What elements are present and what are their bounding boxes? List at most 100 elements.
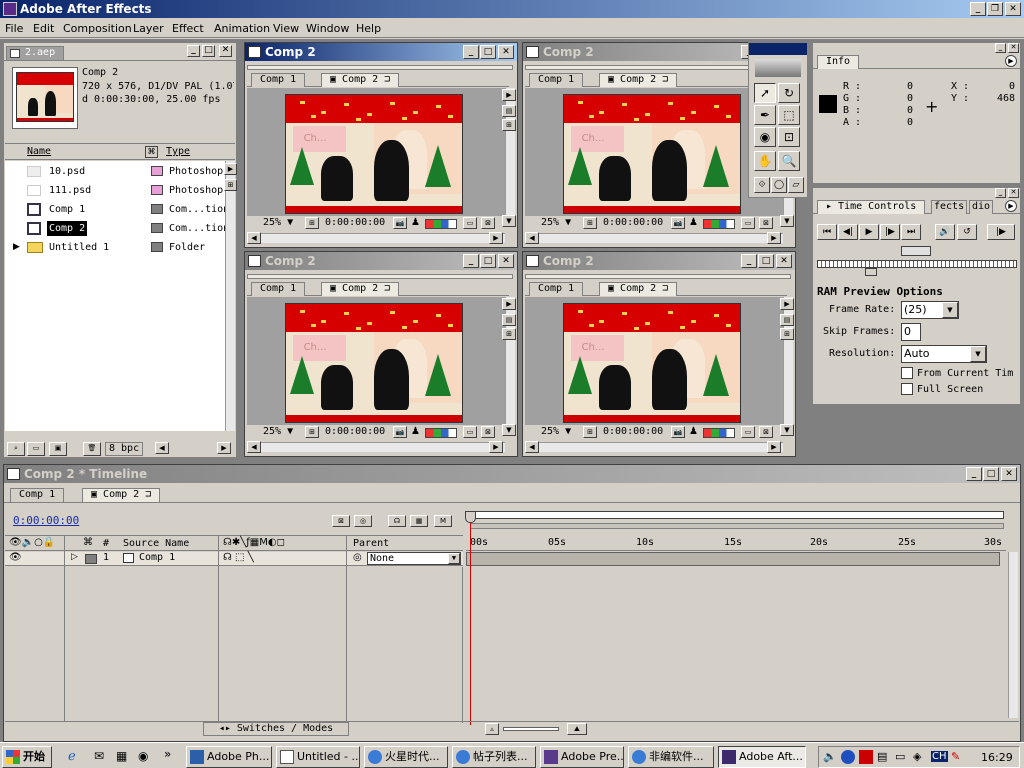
comp-minimize-button[interactable]: _	[463, 254, 479, 268]
region-of-interest-icon[interactable]: ▭	[463, 217, 477, 229]
comp-flow-icon[interactable]: ▤	[780, 314, 794, 326]
layer-duration-bar[interactable]	[466, 552, 1000, 566]
region-of-interest-icon[interactable]: ▭	[741, 217, 755, 229]
quicklaunch-ie-icon[interactable]: ℯ	[68, 749, 76, 764]
ram-preview-button[interactable]: |▶	[987, 224, 1015, 240]
comp-tree-icon[interactable]: ⊞	[780, 328, 794, 340]
tc-menu-arrow-icon[interactable]: ▶	[1005, 200, 1017, 212]
project-scrollbar[interactable]	[225, 161, 235, 431]
menu-composition[interactable]: Composition	[63, 19, 132, 38]
comp-tab-comp2[interactable]: ▣ Comp 2 ⊐	[321, 282, 400, 296]
menu-animation[interactable]: Animation	[214, 19, 270, 38]
timeline-current-time[interactable]: 0:00:00:00	[13, 514, 79, 527]
comp-hscrollbar[interactable]	[247, 442, 505, 452]
task-photoshop[interactable]: Adobe Ph...	[186, 746, 272, 768]
safe-zones-icon[interactable]: ⊞	[305, 426, 319, 438]
tab-audio[interactable]: dio	[969, 200, 994, 214]
quicklaunch-outlook-icon[interactable]: ✉	[94, 749, 104, 763]
comp-viewer[interactable]: Ch...	[525, 297, 783, 425]
comp-scroll-right-button[interactable]: ▶	[767, 232, 781, 244]
parent-select[interactable]: None ▼	[367, 552, 461, 565]
comp-tab-comp2[interactable]: ▣ Comp 2 ⊐	[321, 73, 400, 87]
info-close-button[interactable]: ✕	[1008, 43, 1019, 53]
video-eye-icon[interactable]: 👁	[9, 552, 22, 563]
show-snapshot-icon[interactable]: ♟	[689, 426, 698, 437]
comp-tab-comp1[interactable]: Comp 1	[251, 282, 306, 296]
pickwhip-icon[interactable]: ◎	[353, 552, 362, 563]
comp-scroll-down-button[interactable]: ▼	[502, 215, 516, 227]
mask-tool-icon[interactable]: ⬚	[778, 105, 800, 125]
comp-close-button[interactable]: ✕	[498, 45, 514, 59]
close-button[interactable]: ✕	[1005, 2, 1021, 16]
comp-tab-comp1[interactable]: Comp 1	[529, 73, 584, 87]
col-label-icon[interactable]: ⌘	[145, 146, 158, 158]
switches-modes-toggle[interactable]: ◂▸ Switches / Modes	[203, 722, 349, 736]
list-item[interactable]: 10.psd Photoshop	[11, 162, 223, 181]
time-navigator[interactable]	[470, 511, 1004, 519]
comp-scroll-down-button[interactable]: ▼	[780, 215, 794, 227]
rotate-tool-icon[interactable]: ↻	[778, 83, 800, 103]
region-of-interest-icon[interactable]: ▭	[463, 426, 477, 438]
project-scroll-right-button[interactable]: ▶	[224, 163, 237, 175]
scroll-right-button[interactable]: ▶	[217, 442, 231, 454]
current-time-display[interactable]: 0:00:00:00	[603, 217, 663, 228]
volume-icon[interactable]: 🔈	[823, 750, 837, 763]
menu-file[interactable]: File	[5, 19, 23, 38]
comp-maximize-button[interactable]: □	[480, 254, 496, 268]
frame-blend-icon[interactable]: ▦	[410, 515, 428, 527]
current-time-display[interactable]: 0:00:00:00	[603, 426, 663, 437]
task-notepad[interactable]: Untitled - ...	[276, 746, 360, 768]
task-premiere[interactable]: Adobe Pre...	[540, 746, 624, 768]
show-snapshot-icon[interactable]: ♟	[411, 426, 420, 437]
comp-flow-icon[interactable]: ⊠	[332, 515, 350, 527]
new-folder-icon[interactable]: ▭	[27, 442, 45, 456]
zoom-tool-icon[interactable]: 🔍	[778, 151, 800, 171]
axis-local-icon[interactable]: ⟐	[754, 177, 770, 193]
from-current-checkbox[interactable]: From Current Tim	[901, 367, 1013, 379]
scroll-left-button[interactable]: ◀	[155, 442, 169, 454]
new-comp-icon[interactable]: ▣	[49, 442, 67, 456]
tab-time-controls[interactable]: ▸ Time Controls	[817, 200, 926, 214]
quicklaunch-media-icon[interactable]: ◉	[138, 749, 148, 763]
timeline-tab-comp2[interactable]: ▣ Comp 2 ⊐	[82, 488, 161, 502]
comp-flow-icon[interactable]: ▤	[502, 314, 516, 326]
axis-world-icon[interactable]: ◯	[771, 177, 787, 193]
tab-effects[interactable]: fects	[931, 200, 968, 214]
list-item-selected[interactable]: Comp 2 Com...tion	[11, 219, 229, 238]
expand-triangle-icon[interactable]: ▶	[13, 238, 20, 257]
zoom-out-icon[interactable]: ▵	[485, 723, 499, 735]
quicklaunch-desktop-icon[interactable]: ▦	[116, 749, 127, 763]
work-area-bar[interactable]	[470, 523, 1004, 529]
tc-minimize-button[interactable]: _	[995, 188, 1006, 198]
comp-scroll-left-button[interactable]: ◀	[247, 441, 261, 453]
current-time-display[interactable]: 0:00:00:00	[325, 217, 385, 228]
find-icon[interactable]: ⌕	[7, 442, 25, 456]
region-of-interest-icon[interactable]: ▭	[741, 426, 755, 438]
show-snapshot-icon[interactable]: ♟	[689, 217, 698, 228]
list-item[interactable]: Comp 1 Com...tion	[11, 200, 229, 219]
safe-zones-icon[interactable]: ⊞	[583, 426, 597, 438]
comp-tab-comp2[interactable]: ▣ Comp 2 ⊐	[599, 73, 678, 87]
comp-minimize-button[interactable]: _	[741, 254, 757, 268]
anchor-tool-icon[interactable]: ⊡	[778, 127, 800, 147]
info-minimize-button[interactable]: _	[995, 43, 1006, 53]
magnification-select[interactable]: 25% ▼	[541, 426, 571, 437]
comp-hscrollbar[interactable]	[525, 442, 783, 452]
loop-button[interactable]: ↺	[957, 224, 977, 240]
snapshot-icon[interactable]: 📷	[393, 426, 407, 438]
comp-hscrollbar[interactable]	[247, 233, 505, 243]
draft3d-icon[interactable]: ◎	[354, 515, 372, 527]
channel-swatches[interactable]	[703, 219, 735, 229]
list-item[interactable]: ▶ Untitled 1 Folder	[11, 238, 223, 257]
project-minimize-button[interactable]: _	[187, 45, 200, 57]
comp-tree-icon[interactable]: ⊞	[502, 328, 516, 340]
comp-tree-icon[interactable]: ⊞	[502, 119, 516, 131]
start-button[interactable]: 开始	[2, 746, 52, 768]
twirl-triangle-icon[interactable]: ▷	[71, 552, 78, 562]
task-browser-1[interactable]: 火星时代...	[364, 746, 448, 768]
comp-scroll-down-button[interactable]: ▼	[502, 424, 516, 436]
input-method-icon[interactable]: ✎	[951, 750, 960, 763]
timeline-minimize-button[interactable]: _	[966, 467, 982, 481]
language-indicator[interactable]: CH	[931, 751, 948, 762]
comp-tab-comp2[interactable]: ▣ Comp 2 ⊐	[599, 282, 678, 296]
